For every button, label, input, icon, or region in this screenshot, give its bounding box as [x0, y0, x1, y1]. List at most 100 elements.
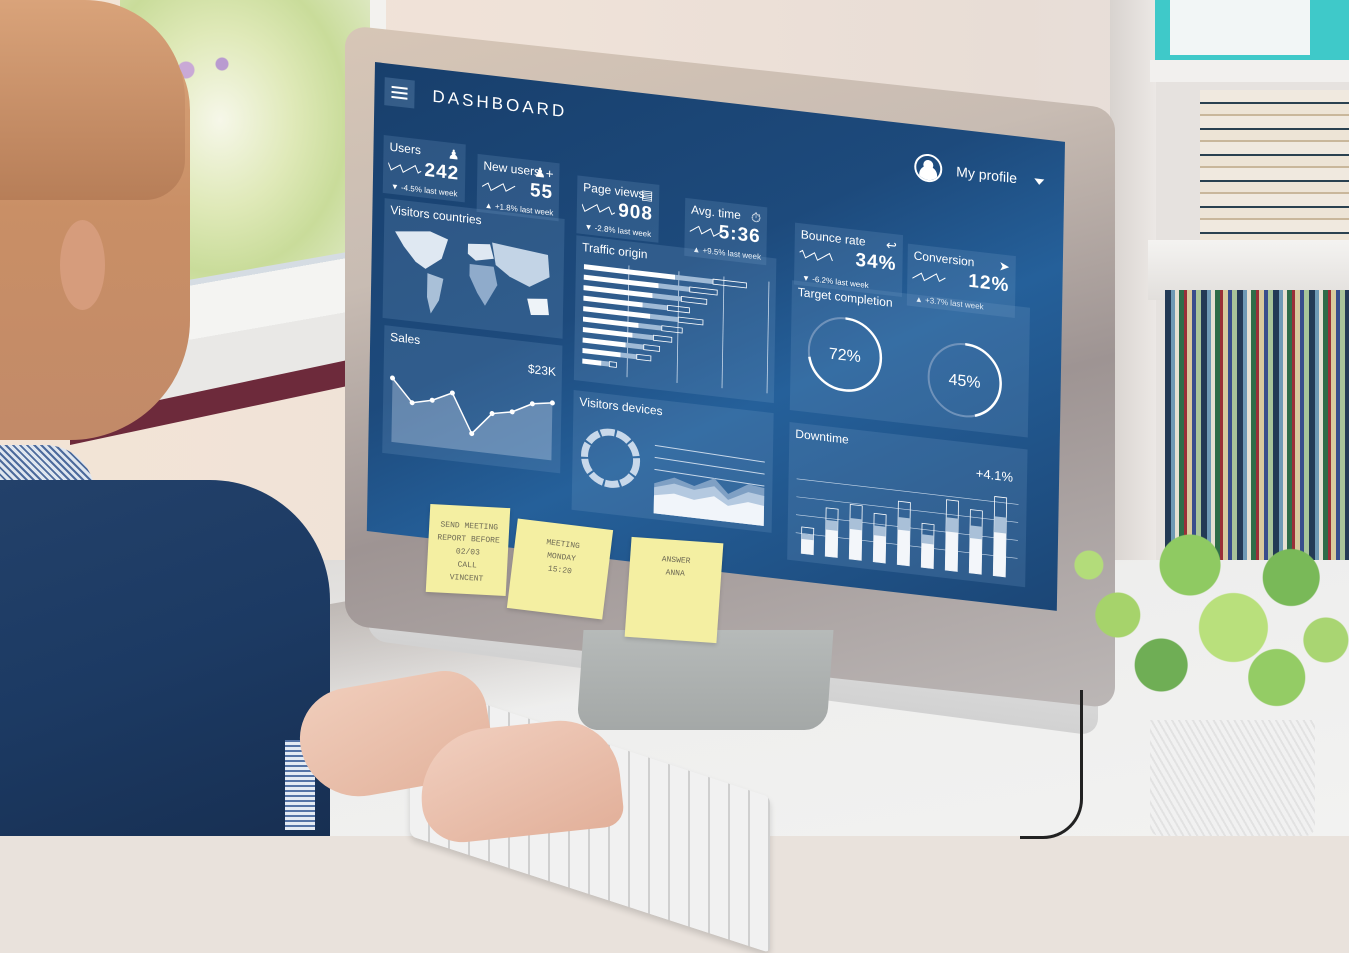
monitor-stand — [576, 630, 834, 730]
plant-pot — [1150, 720, 1315, 836]
traffic-bar-target — [643, 344, 661, 352]
downtime-panel[interactable]: Downtime +4.1% — [787, 421, 1028, 588]
traffic-bar — [582, 337, 626, 348]
traffic-bar-target — [653, 334, 673, 343]
traffic-bar — [582, 316, 639, 328]
caret-down-icon — [1034, 178, 1045, 186]
south-america — [427, 273, 444, 314]
downtime-bar — [993, 532, 1007, 577]
sales-line-chart — [390, 375, 555, 461]
traffic-origin-chart — [582, 264, 770, 394]
sparkline-icon — [799, 249, 833, 262]
traffic-bar — [583, 274, 659, 289]
traffic-bar-target — [680, 296, 708, 305]
sticky-note: SEND MEETING REPORT BEFORE 02/03 CALL VINCEN… — [425, 503, 511, 597]
visitors-devices-chart — [581, 428, 765, 526]
sales-panel[interactable]: Sales $23K — [382, 325, 563, 474]
hamburger-icon-line — [391, 90, 408, 95]
downtime-bar — [825, 529, 838, 558]
person-hair — [0, 0, 185, 200]
stat-value: 34% — [855, 249, 897, 276]
traffic-bar-target — [636, 353, 652, 362]
traffic-bar — [582, 348, 621, 358]
downtime-bar — [945, 531, 958, 572]
stopwatch-icon: ⏱ — [750, 209, 762, 226]
hamburger-icon — [391, 85, 408, 90]
traffic-bar — [583, 285, 653, 299]
page-title: DASHBOARD — [432, 86, 568, 122]
cursor-arrow-icon: ➤ — [998, 258, 1010, 275]
user-icon: ♟ — [447, 146, 460, 163]
gridline — [766, 281, 770, 394]
traffic-bar — [583, 306, 651, 319]
downtime-bar — [969, 537, 982, 575]
panel-title: Traffic origin — [582, 239, 648, 262]
menu-button[interactable] — [384, 77, 415, 109]
traffic-bar-secondary — [625, 342, 644, 350]
traffic-bar-target — [677, 316, 704, 326]
traffic-bar-secondary — [632, 332, 654, 341]
traffic-bar — [582, 327, 633, 338]
downtime-bar — [921, 543, 934, 569]
sales-total: $23K — [527, 361, 557, 379]
target-completion-panel[interactable]: Target completion 72% 45% — [789, 280, 1031, 438]
gridline — [721, 276, 725, 389]
stat-value: 12% — [968, 270, 1010, 297]
sparkline-icon — [388, 162, 422, 174]
stat-value: 242 — [424, 159, 460, 185]
asia — [492, 242, 550, 287]
australia — [527, 298, 549, 316]
downtime-bar — [897, 529, 910, 566]
traffic-bar — [583, 295, 643, 308]
devices-donut — [581, 428, 641, 488]
traffic-bar-secondary — [675, 274, 714, 285]
traffic-bar-target — [712, 278, 747, 289]
visitors-countries-panel[interactable]: Visitors countries — [382, 198, 565, 339]
stat-value: 5:36 — [718, 221, 761, 248]
traffic-bar-secondary — [620, 352, 637, 360]
traffic-bar-target — [608, 361, 617, 368]
downtime-bar — [849, 528, 862, 561]
stat-value: 908 — [618, 200, 654, 226]
europe — [467, 243, 494, 261]
sticky-note: ANSWER ANNA — [624, 536, 724, 644]
stat-card-page-views[interactable]: Page views ▤ 908 ▼ -2.8% last week — [576, 175, 660, 243]
traffic-origin-panel[interactable]: Traffic origin — [573, 235, 777, 404]
profile-label: My profile — [956, 163, 1018, 187]
note-line: VINCENT — [449, 573, 484, 584]
sparkline-icon — [912, 272, 946, 283]
person-ear — [60, 220, 105, 310]
traffic-bar-secondary — [652, 293, 682, 302]
panel-title: Visitors devices — [579, 394, 663, 419]
traffic-bar-secondary — [658, 283, 690, 292]
target-completion-gauges: 72% 45% — [807, 316, 1002, 418]
stacked-books — [1200, 90, 1349, 260]
gauge-label: 45% — [948, 370, 980, 392]
gauge-label: 72% — [829, 345, 861, 367]
stat-value: 55 — [529, 179, 554, 204]
north-america — [395, 231, 449, 269]
user-avatar-icon — [914, 152, 943, 184]
traffic-bar-target — [661, 325, 683, 334]
sparkline-icon — [581, 203, 616, 216]
downtime-bar — [801, 538, 814, 555]
traffic-bar-target — [689, 286, 718, 296]
sparkline-icon — [481, 182, 516, 192]
hamburger-icon-line — [391, 95, 408, 100]
downtime-bar — [873, 535, 886, 564]
traffic-bar-secondary — [650, 313, 679, 323]
shelf-board — [1150, 60, 1349, 82]
person-sweater — [0, 480, 330, 836]
traffic-bar-secondary — [638, 323, 662, 331]
traffic-bar-secondary — [642, 302, 668, 311]
sparkline-icon — [689, 225, 724, 237]
stat-card-users[interactable]: Users ♟ 242 ▼ -4.5% last week — [382, 135, 466, 203]
return-arrow-icon: ↩ — [885, 237, 897, 254]
world-map — [395, 231, 550, 316]
africa — [469, 263, 498, 306]
visitors-devices-panel[interactable]: Visitors devices — [571, 389, 774, 533]
potted-plant-leaves — [1060, 490, 1349, 740]
sales-area — [391, 378, 553, 461]
traffic-bar — [582, 358, 602, 366]
panel-title: Sales — [390, 329, 421, 348]
